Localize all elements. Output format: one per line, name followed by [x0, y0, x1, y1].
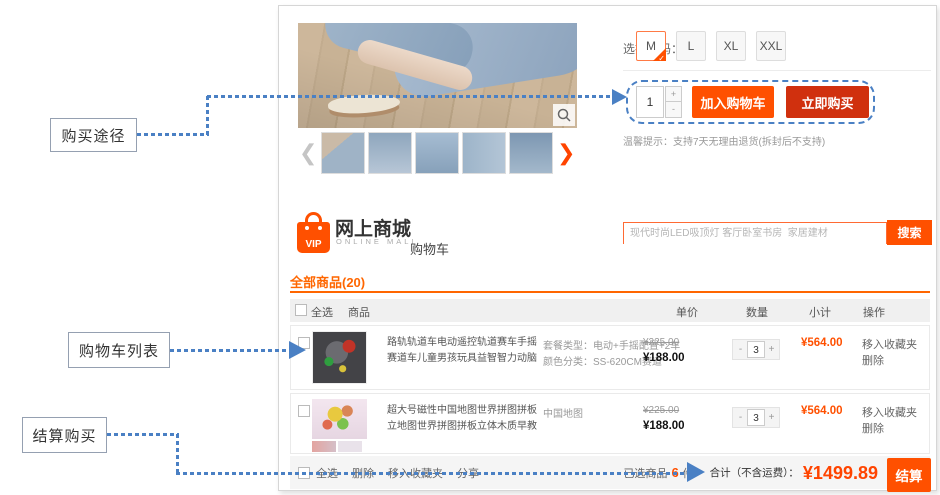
section-underline — [290, 291, 930, 293]
size-option-label: L — [688, 39, 695, 53]
delete-link[interactable]: 删除 — [862, 352, 884, 368]
bag-dot — [318, 226, 322, 230]
size-option-l[interactable]: L — [676, 31, 706, 61]
row-qty-decrease-button[interactable]: - — [734, 409, 747, 426]
map-sub-thumbnails — [312, 441, 367, 452]
search-button[interactable]: 搜索 — [887, 220, 932, 245]
row-qty-value[interactable]: 3 — [747, 409, 765, 426]
return-policy-tip: 温馨提示：支持7天无理由退货(拆封后不支持) — [623, 133, 825, 148]
column-product: 商品 — [348, 304, 370, 320]
annotation-arrow-icon — [687, 462, 705, 482]
page-title: 购物车 — [410, 239, 449, 258]
checkout-button[interactable]: 结算 — [887, 458, 931, 492]
row-qty-increase-button[interactable]: + — [765, 409, 778, 426]
column-quantity: 数量 — [746, 304, 768, 320]
annotation-label-checkout: 结算购买 — [22, 417, 107, 453]
bag-dot — [305, 226, 309, 230]
search-box — [623, 222, 887, 244]
column-subtotal: 小计 — [809, 304, 831, 320]
annotation-arrow-icon — [289, 341, 306, 359]
annotation-label-cart-list: 购物车列表 — [68, 332, 170, 368]
size-option-xxl[interactable]: XXL — [756, 31, 786, 61]
size-option-xl[interactable]: XL — [716, 31, 746, 61]
select-all-checkbox[interactable] — [295, 304, 307, 316]
column-select-all[interactable]: 全选 — [311, 304, 333, 320]
quantity-increase-button[interactable]: + — [665, 86, 682, 102]
cart-section-title: 全部商品(20) — [290, 272, 365, 291]
original-price: ¥225.00 — [643, 405, 679, 416]
product-title-link[interactable]: 超大号磁性中国地图世界拼图拼板立地图世界拼图拼板立体木质早教益智力学生地理男 — [387, 403, 539, 435]
product-page-panel: ❮ ❯ 选择尺码： M ✓ L XL XXL + - 加入购物车 立即购买 温馨… — [278, 5, 937, 491]
row-subtotal: ¥564.00 — [801, 337, 843, 349]
thumbnail-2[interactable] — [368, 132, 412, 174]
shop-logo[interactable]: VIP — [297, 212, 330, 254]
carousel-prev-icon[interactable]: ❮ — [299, 140, 317, 166]
quantity-decrease-button[interactable]: - — [665, 102, 682, 118]
product-title-link[interactable]: 路轨轨道车电动遥控轨道赛车手摇赛道车儿童男孩玩具益智智力动脑 — [387, 335, 539, 367]
quantity-stepper: + - — [665, 86, 682, 118]
column-action: 操作 — [863, 304, 885, 320]
image-zoom-button[interactable] — [553, 104, 575, 126]
add-to-cart-button[interactable]: 加入购物车 — [692, 86, 774, 118]
annotation-line — [207, 95, 613, 98]
buy-now-button[interactable]: 立即购买 — [786, 86, 869, 118]
check-icon: ✓ — [658, 55, 665, 63]
product-spec: 中国地图 — [543, 405, 583, 420]
size-option-label: XXL — [760, 39, 783, 53]
current-price: ¥188.00 — [643, 420, 685, 432]
delete-link[interactable]: 删除 — [862, 420, 884, 436]
product-image-track-toy[interactable] — [312, 331, 367, 384]
divider — [623, 70, 931, 71]
annotation-label-purchase-path: 购买途径 — [50, 118, 137, 152]
row-qty-value[interactable]: 3 — [747, 341, 765, 358]
cart-row: 超大号磁性中国地图世界拼图拼板立地图世界拼图拼板立体木质早教益智力学生地理男 中… — [290, 393, 930, 454]
product-main-image[interactable] — [298, 23, 577, 128]
annotation-line — [206, 96, 209, 136]
thumbnail-1[interactable] — [321, 132, 365, 174]
annotation-line — [137, 133, 209, 136]
total-label: 合计（不含运费）： — [710, 465, 799, 480]
thumbnail-3[interactable] — [415, 132, 459, 174]
row-qty-increase-button[interactable]: + — [765, 341, 778, 358]
brand-subtitle: ONLINE MALL — [336, 237, 419, 246]
annotation-line — [176, 472, 688, 475]
magnifier-icon — [557, 108, 571, 122]
current-price: ¥188.00 — [643, 352, 685, 364]
total-amount: ¥1499.89 — [803, 464, 878, 482]
cart-table-header: 全选 商品 单价 数量 小计 操作 — [290, 299, 930, 322]
row-quantity-stepper: - 3 + — [732, 339, 780, 360]
search-input[interactable] — [624, 224, 886, 244]
annotation-line — [107, 433, 179, 436]
annotation-arrow-icon — [612, 89, 627, 105]
annotation-line — [176, 434, 179, 474]
thumbnail-5[interactable] — [509, 132, 553, 174]
size-option-m[interactable]: M ✓ — [636, 31, 666, 61]
move-to-favorites-link[interactable]: 移入收藏夹 — [862, 404, 917, 420]
original-price: ¥225.00 — [643, 337, 679, 348]
vip-badge: VIP — [297, 239, 330, 250]
column-unit-price: 单价 — [676, 304, 698, 320]
map-image — [312, 399, 367, 439]
row-checkbox[interactable] — [298, 405, 310, 417]
size-option-label: XL — [724, 39, 739, 53]
row-qty-decrease-button[interactable]: - — [734, 341, 747, 358]
thumbnail-4[interactable] — [462, 132, 506, 174]
row-subtotal: ¥564.00 — [801, 405, 843, 417]
product-image-china-map[interactable] — [312, 399, 367, 452]
row-quantity-stepper: - 3 + — [732, 407, 780, 428]
thumbnail-strip — [321, 132, 553, 174]
annotation-line — [170, 349, 290, 352]
cart-row: 路轨轨道车电动遥控轨道赛车手摇赛道车儿童男孩玩具益智智力动脑 套餐类型：电动+手… — [290, 325, 930, 390]
quantity-input[interactable] — [636, 86, 664, 118]
size-options: M ✓ L XL XXL — [636, 31, 786, 61]
move-to-favorites-link[interactable]: 移入收藏夹 — [862, 336, 917, 352]
carousel-next-icon[interactable]: ❯ — [557, 140, 575, 166]
